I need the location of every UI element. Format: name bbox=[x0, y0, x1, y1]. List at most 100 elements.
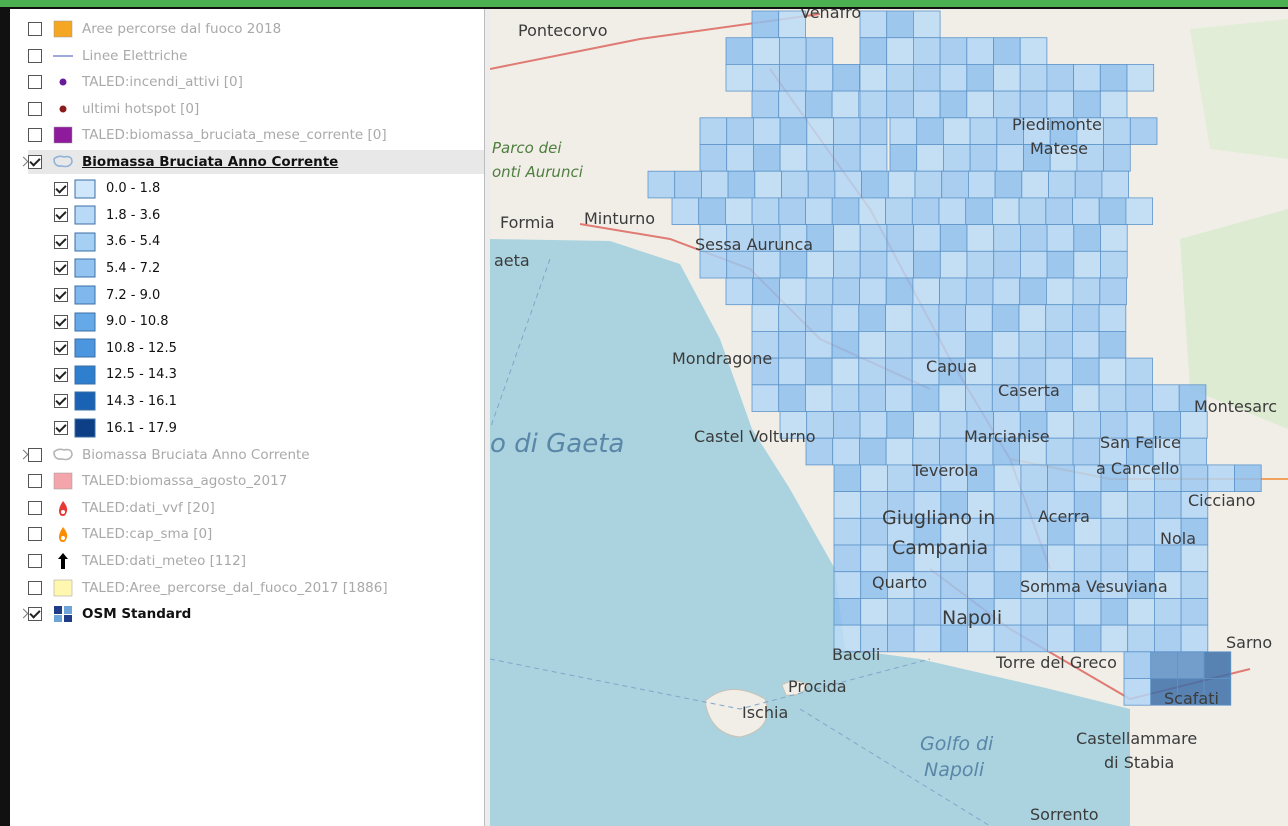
legend-class-row[interactable]: 0.0 - 1.8 bbox=[54, 177, 474, 201]
biomass-cell[interactable] bbox=[1020, 544, 1049, 573]
biomass-cell[interactable] bbox=[833, 571, 862, 599]
biomass-cell[interactable] bbox=[647, 170, 676, 199]
biomass-cell[interactable] bbox=[1150, 651, 1178, 679]
biomass-cell[interactable] bbox=[832, 437, 860, 466]
biomass-cell[interactable] bbox=[858, 357, 886, 386]
biomass-cell[interactable] bbox=[916, 117, 944, 145]
biomass-cell[interactable] bbox=[1047, 624, 1075, 653]
biomass-cell[interactable] bbox=[1234, 464, 1262, 492]
biomass-cell[interactable] bbox=[966, 224, 995, 252]
biomass-cell[interactable] bbox=[858, 304, 886, 332]
biomass-cell[interactable] bbox=[833, 491, 862, 519]
layer-visibility-checkbox[interactable] bbox=[54, 208, 68, 223]
biomass-cell[interactable] bbox=[1152, 384, 1180, 412]
biomass-cell[interactable] bbox=[1072, 330, 1100, 359]
biomass-cell[interactable] bbox=[834, 170, 862, 199]
biomass-cell[interactable] bbox=[994, 170, 1023, 199]
biomass-cell[interactable] bbox=[885, 197, 913, 225]
biomass-cell[interactable] bbox=[911, 197, 940, 225]
biomass-cell[interactable] bbox=[859, 277, 887, 306]
biomass-cell[interactable] bbox=[916, 144, 944, 172]
biomass-cell[interactable] bbox=[726, 250, 754, 279]
biomass-cell[interactable] bbox=[858, 384, 886, 412]
biomass-cell[interactable] bbox=[993, 571, 1022, 599]
biomass-cell[interactable] bbox=[1101, 170, 1130, 199]
biomass-cell[interactable] bbox=[671, 197, 700, 225]
biomass-cell[interactable] bbox=[699, 117, 728, 145]
biomass-cell[interactable] bbox=[859, 37, 888, 65]
biomass-cell[interactable] bbox=[1099, 277, 1127, 306]
biomass-cell[interactable] bbox=[1180, 464, 1209, 492]
biomass-cell[interactable] bbox=[752, 117, 781, 145]
biomass-cell[interactable] bbox=[965, 304, 993, 332]
biomass-cell[interactable] bbox=[1018, 197, 1047, 225]
biomass-cell[interactable] bbox=[832, 277, 860, 306]
biomass-cell[interactable] bbox=[1072, 384, 1100, 412]
biomass-cell[interactable] bbox=[911, 304, 940, 332]
biomass-cell[interactable] bbox=[806, 117, 834, 145]
biomass-cell[interactable] bbox=[991, 197, 1020, 225]
legend-class-row[interactable]: 5.4 - 7.2 bbox=[54, 256, 474, 280]
biomass-cell[interactable] bbox=[1045, 437, 1074, 466]
biomass-cell[interactable] bbox=[807, 170, 836, 199]
biomass-cell[interactable] bbox=[966, 90, 994, 119]
legend-class-row[interactable]: 14.3 - 16.1 bbox=[54, 389, 474, 413]
biomass-cell[interactable] bbox=[1126, 64, 1155, 92]
biomass-cell[interactable] bbox=[1020, 464, 1049, 492]
layer-visibility-checkbox[interactable] bbox=[54, 341, 68, 356]
biomass-cell[interactable] bbox=[969, 117, 998, 145]
biomass-cell[interactable] bbox=[1047, 464, 1075, 492]
biomass-cell[interactable] bbox=[804, 90, 833, 119]
biomass-cell[interactable] bbox=[1179, 437, 1207, 466]
biomass-cell[interactable] bbox=[833, 144, 861, 172]
biomass-cell[interactable] bbox=[1046, 250, 1075, 279]
biomass-cell[interactable] bbox=[752, 37, 780, 65]
biomass-cell[interactable] bbox=[939, 277, 967, 306]
biomass-cell[interactable] bbox=[804, 330, 833, 359]
biomass-cell[interactable] bbox=[912, 10, 941, 39]
biomass-cell[interactable] bbox=[751, 10, 780, 39]
biomass-cell[interactable] bbox=[885, 330, 913, 359]
layer-visibility-checkbox[interactable] bbox=[28, 101, 42, 116]
biomass-cell[interactable] bbox=[1180, 571, 1209, 599]
legend-class-row[interactable]: 10.8 - 12.5 bbox=[54, 336, 474, 360]
biomass-cell[interactable] bbox=[833, 250, 861, 279]
biomass-cell[interactable] bbox=[1072, 197, 1100, 225]
biomass-cell[interactable] bbox=[1074, 170, 1103, 199]
layer-row[interactable]: Biomassa Bruciata Anno Corrente bbox=[18, 150, 484, 174]
biomass-cell[interactable] bbox=[993, 624, 1022, 653]
biomass-cell[interactable] bbox=[940, 624, 968, 653]
layer-visibility-checkbox[interactable] bbox=[28, 607, 42, 622]
biomass-cell[interactable] bbox=[674, 170, 702, 199]
biomass-cell[interactable] bbox=[724, 197, 753, 225]
biomass-cell[interactable] bbox=[886, 90, 914, 119]
biomass-cell[interactable] bbox=[725, 277, 754, 306]
layer-row[interactable]: Biomassa Bruciata Anno Corrente bbox=[18, 443, 484, 467]
biomass-cell[interactable] bbox=[833, 224, 861, 252]
biomass-cell[interactable] bbox=[1021, 170, 1049, 199]
biomass-cell[interactable] bbox=[993, 64, 1021, 92]
biomass-cell[interactable] bbox=[1073, 544, 1102, 573]
biomass-cell[interactable] bbox=[1125, 384, 1153, 412]
layer-row[interactable]: TALED:Aree_percorse_dal_fuoco_2017 [1886… bbox=[28, 576, 484, 600]
layer-visibility-checkbox[interactable] bbox=[54, 181, 68, 196]
biomass-cell[interactable] bbox=[805, 64, 834, 92]
biomass-cell[interactable] bbox=[858, 437, 887, 466]
biomass-cell[interactable] bbox=[1203, 651, 1232, 679]
biomass-cell[interactable] bbox=[778, 64, 807, 92]
biomass-cell[interactable] bbox=[886, 464, 915, 492]
biomass-cell[interactable] bbox=[778, 330, 806, 359]
biomass-cell[interactable] bbox=[889, 144, 918, 172]
biomass-cell[interactable] bbox=[754, 170, 782, 199]
layer-visibility-checkbox[interactable] bbox=[28, 474, 42, 489]
biomass-cell[interactable] bbox=[699, 144, 728, 172]
biomass-cell[interactable] bbox=[1177, 651, 1205, 679]
legend-class-row[interactable]: 1.8 - 3.6 bbox=[54, 203, 474, 227]
biomass-cell[interactable] bbox=[832, 411, 861, 439]
biomass-cell[interactable] bbox=[1072, 357, 1100, 386]
biomass-cell[interactable] bbox=[751, 90, 780, 119]
biomass-cell[interactable] bbox=[752, 277, 780, 306]
biomass-cell[interactable] bbox=[913, 598, 942, 626]
biomass-cell[interactable] bbox=[991, 304, 1020, 332]
biomass-cell[interactable] bbox=[913, 411, 941, 439]
